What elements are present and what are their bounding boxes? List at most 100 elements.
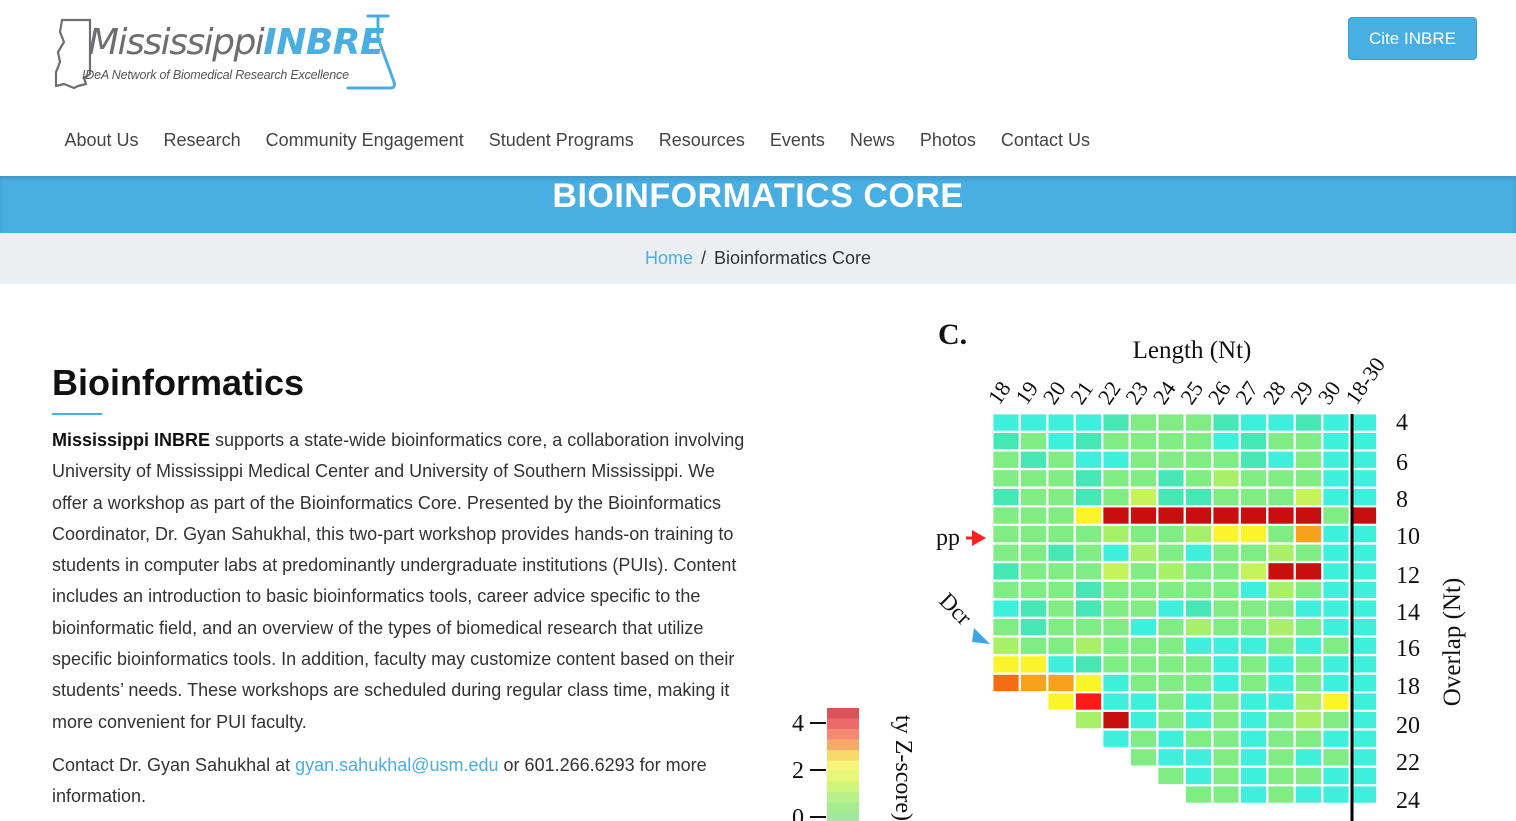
- heatmap-cell: [1295, 432, 1322, 451]
- heatmap-cell: [992, 599, 1020, 618]
- heatmap-cell: [1267, 636, 1295, 655]
- heatmap-cell: [1102, 450, 1130, 469]
- heatmap-cell: [992, 413, 1020, 432]
- heatmap-cell: [1157, 729, 1185, 748]
- heatmap-cell: [992, 450, 1020, 469]
- heatmap-cell: [1212, 469, 1240, 488]
- heatmap-cell: [1240, 673, 1267, 692]
- heatmap-cell: [1212, 729, 1240, 748]
- heatmap-cell: [1102, 618, 1130, 637]
- heatmap-cell: [1020, 450, 1047, 469]
- heatmap-cell: [1212, 655, 1240, 674]
- nav-photos[interactable]: Photos: [907, 130, 988, 151]
- heatmap-cell: [1020, 525, 1047, 544]
- breadcrumb-home-link[interactable]: Home: [645, 248, 693, 269]
- heatmap-cell: [1185, 748, 1212, 767]
- heatmap-cell: [992, 469, 1020, 488]
- heatmap-cell: [1240, 580, 1267, 599]
- heatmap-cell: [1185, 711, 1212, 730]
- heatmap-cell: [1267, 618, 1295, 637]
- heatmap-cell: [1047, 432, 1075, 451]
- heatmap-cell: [1157, 543, 1185, 562]
- heatmap-cell: [1157, 711, 1185, 730]
- heatmap-cell: [1020, 469, 1047, 488]
- dcr-annotation-label: Dcr: [934, 588, 976, 630]
- heatmap-cell: [1157, 673, 1185, 692]
- heatmap-cell: [1350, 692, 1377, 711]
- heatmap-cell: [1102, 673, 1130, 692]
- heatmap-cell: [1102, 729, 1130, 748]
- heatmap-cell: [1212, 413, 1240, 432]
- row-label: 16: [1396, 636, 1420, 662]
- heatmap-cell: [1295, 525, 1322, 544]
- heatmap-cell: [1157, 413, 1185, 432]
- heatmap-cell: [1267, 450, 1295, 469]
- heatmap-cell: [1240, 525, 1267, 544]
- mississippi-inbre-logo[interactable]: MississippiINBRE IDeA Network of Biomedi…: [48, 12, 408, 94]
- heatmap-cell: [1020, 506, 1047, 525]
- heatmap-cell: [1212, 487, 1240, 506]
- heatmap-cell: [1322, 766, 1350, 785]
- heatmap-cell: [1295, 469, 1322, 488]
- heatmap-cell: [1157, 636, 1185, 655]
- heatmap-cell: [1212, 450, 1240, 469]
- nav-resources[interactable]: Resources: [646, 130, 757, 151]
- heatmap-cell: [1075, 655, 1102, 674]
- heatmap-cell: [1102, 580, 1130, 599]
- colorbar-swatch: [827, 792, 859, 803]
- heatmap-cell: [1047, 450, 1075, 469]
- contact-prefix: Contact Dr. Gyan Sahukhal at: [52, 754, 296, 775]
- heatmap-cell: [1047, 580, 1075, 599]
- heatmap-cell: [1240, 562, 1267, 581]
- nav-news[interactable]: News: [837, 130, 907, 151]
- heatmap-cell: [1102, 655, 1130, 674]
- heatmap-cell: [1130, 599, 1157, 618]
- nav-community-engagement[interactable]: Community Engagement: [253, 130, 476, 151]
- heatmap-cell: [1075, 673, 1102, 692]
- nav-events[interactable]: Events: [757, 130, 837, 151]
- heatmap-cell: [1212, 506, 1240, 525]
- heatmap-cells: [992, 413, 1377, 804]
- heatmap-cell: [1075, 506, 1102, 525]
- heatmap-cell: [1212, 618, 1240, 637]
- page-title-band: BIOINFORMATICS CORE: [0, 176, 1516, 233]
- heatmap-cell: [1185, 543, 1212, 562]
- nav-contact-us[interactable]: Contact Us: [988, 130, 1102, 151]
- heatmap-cell: [1350, 543, 1377, 562]
- heatmap-cell: [1157, 618, 1185, 637]
- heatmap-cell: [1185, 450, 1212, 469]
- heatmap-cell: [1157, 487, 1185, 506]
- heatmap-cell: [1157, 469, 1185, 488]
- heatmap-cell: [992, 525, 1020, 544]
- row-label: 20: [1396, 713, 1420, 739]
- nav-research[interactable]: Research: [151, 130, 253, 151]
- heatmap-cell: [1047, 487, 1075, 506]
- heatmap-cell: [1102, 543, 1130, 562]
- intro-bold-org: Mississippi INBRE: [52, 430, 211, 450]
- heatmap-cell: [1240, 636, 1267, 655]
- heatmap-cell: [1322, 543, 1350, 562]
- heatmap-cell: [1185, 469, 1212, 488]
- heatmap-cell: [1295, 692, 1322, 711]
- heatmap-cell: [1267, 673, 1295, 692]
- row-label: 10: [1396, 524, 1420, 550]
- heatmap-cell: [1130, 543, 1157, 562]
- heatmap-cell: [1267, 413, 1295, 432]
- heatmap-cell: [1322, 525, 1350, 544]
- nav-about-us[interactable]: About Us: [52, 130, 151, 151]
- heatmap-cell: [1130, 748, 1157, 767]
- heatmap-cell: [1102, 469, 1130, 488]
- heatmap-cell: [1322, 748, 1350, 767]
- cite-inbre-button[interactable]: Cite INBRE: [1348, 17, 1477, 60]
- heatmap-cell: [1322, 469, 1350, 488]
- heatmap-cell: [1350, 673, 1377, 692]
- heatmap-cell: [1157, 562, 1185, 581]
- heatmap-cell: [1350, 729, 1377, 748]
- heatmap-cell: [1350, 525, 1377, 544]
- heatmap-cell: [1185, 785, 1212, 804]
- contact-email-link[interactable]: gyan.sahukhal@usm.edu: [295, 755, 498, 775]
- nav-student-programs[interactable]: Student Programs: [476, 130, 646, 151]
- heatmap-cell: [1157, 766, 1185, 785]
- heatmap-cell: [1047, 543, 1075, 562]
- logo-tagline: IDeA Network of Biomedical Research Exce…: [82, 68, 349, 82]
